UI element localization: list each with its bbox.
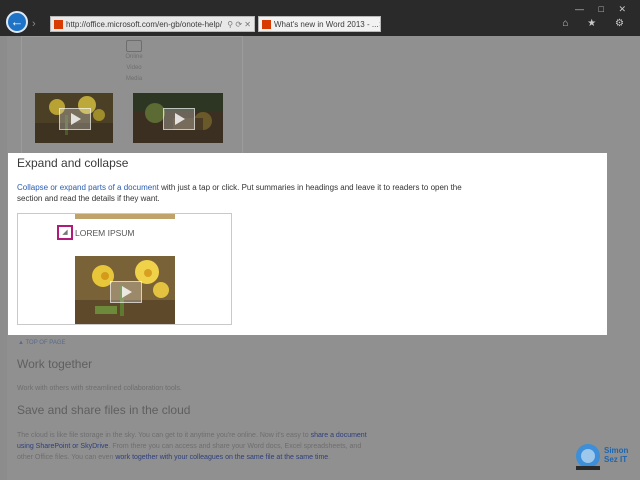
search-refresh-icons[interactable]: ⚲ ⟳ ✕ <box>227 20 254 29</box>
logo-text: Simon Sez IT <box>604 446 628 464</box>
office-logo-icon <box>54 19 63 29</box>
share-document-link[interactable]: share a document <box>311 432 367 439</box>
tab-close-icon[interactable]: ✕ <box>379 20 380 29</box>
play-icon[interactable] <box>163 108 195 130</box>
top-of-page-text[interactable]: TOP OF PAGE <box>26 340 66 346</box>
work-together-heading: Work together <box>17 357 93 371</box>
browser-chrome: ← › http://office.microsoft.com/en-gb/on… <box>0 0 640 36</box>
cloud-text-2: . From there you can access and share yo… <box>108 443 362 450</box>
address-bar[interactable]: http://office.microsoft.com/en-gb/onote-… <box>50 16 255 32</box>
top-of-page-link[interactable]: ▲ TOP OF PAGE <box>18 338 66 349</box>
cloud-paragraph: The cloud is like file storage in the sk… <box>17 430 477 463</box>
cloud-text-3: other Office files. You can even <box>17 454 114 461</box>
logo-line-1: Simon <box>604 446 629 455</box>
section-title: Expand and collapse <box>17 156 129 170</box>
office-logo-icon <box>262 19 271 29</box>
collapse-triangle-icon[interactable]: ◢ <box>57 225 73 240</box>
save-share-heading: Save and share files in the cloud <box>17 403 191 417</box>
demo-video-thumbnail[interactable] <box>75 256 175 324</box>
cloud-text-1: The cloud is like file storage in the sk… <box>17 432 309 439</box>
work-together-link[interactable]: work together with your colleagues on th… <box>115 454 328 461</box>
demo-image-edge <box>75 214 175 219</box>
forward-arrow-icon[interactable]: › <box>32 18 36 30</box>
top-of-page-arrow-icon: ▲ <box>18 340 26 346</box>
online-video-icon <box>126 40 142 52</box>
home-favorites-settings-icons[interactable]: ⌂ ★ ⚙ <box>562 18 632 29</box>
demo-document-preview: ◢ LOREM IPSUM <box>17 213 232 325</box>
address-url[interactable]: http://office.microsoft.com/en-gb/onote-… <box>66 20 222 29</box>
collapse-expand-link[interactable]: Collapse or expand parts of a document <box>17 183 159 192</box>
expand-collapse-section: Expand and collapse Collapse or expand p… <box>8 153 607 335</box>
online-video-label: Online Video Media <box>125 54 143 82</box>
demo-heading: LOREM IPSUM <box>75 228 135 238</box>
logo-line-2: Sez IT <box>604 455 628 464</box>
tab-title[interactable]: What's new in Word 2013 - ... <box>274 20 379 29</box>
tab-whats-new-word[interactable]: What's new in Word 2013 - ... ✕ <box>258 16 381 32</box>
sharepoint-skydrive-link[interactable]: using SharePoint or SkyDrive <box>17 443 108 450</box>
window-buttons[interactable]: — □ ✕ <box>575 4 632 15</box>
play-icon[interactable] <box>59 108 91 130</box>
play-icon[interactable] <box>110 280 142 303</box>
video-thumbnail-daffodils[interactable] <box>35 93 113 143</box>
work-together-text: Work with others with streamlined collab… <box>17 385 182 392</box>
back-arrow-icon[interactable]: ← <box>6 11 28 33</box>
section-description: Collapse or expand parts of a document w… <box>17 182 467 204</box>
video-thumbnail-garden[interactable] <box>133 93 223 143</box>
cloud-text-4: . <box>328 454 331 461</box>
